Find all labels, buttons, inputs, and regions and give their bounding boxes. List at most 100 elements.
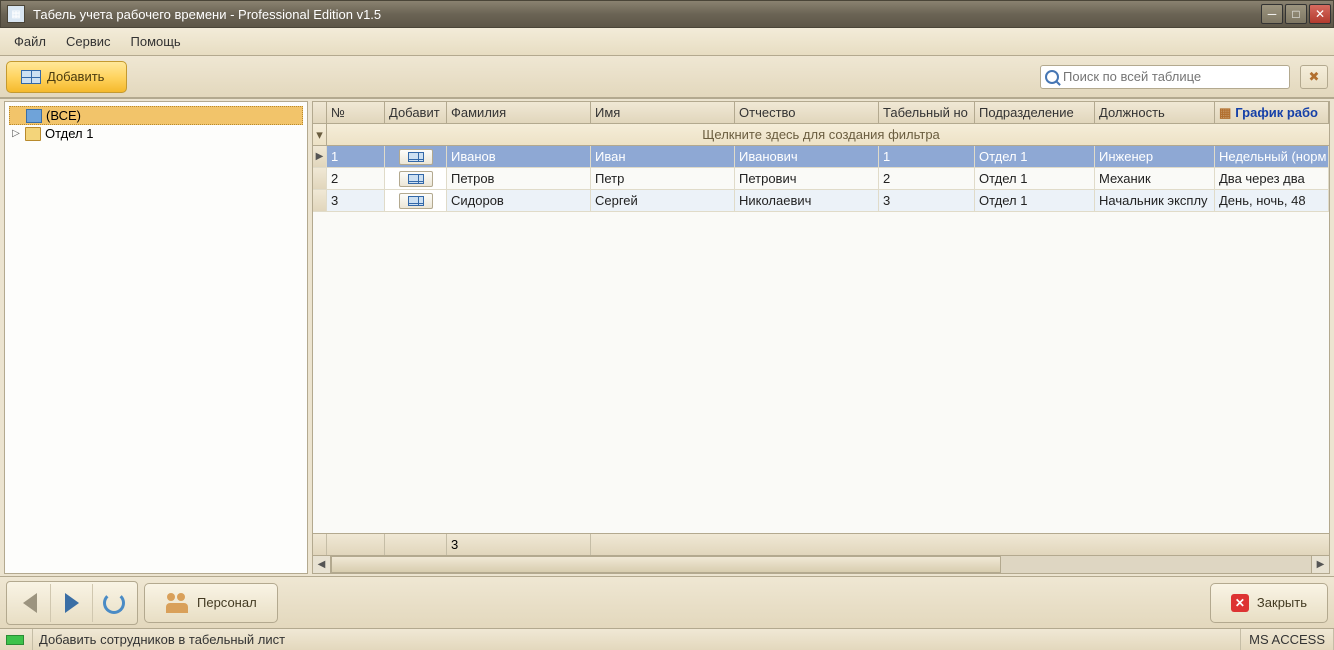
scroll-right-button[interactable]: ▶ (1311, 556, 1329, 573)
personnel-button[interactable]: Персонал (144, 583, 278, 623)
col-name[interactable]: Имя (591, 102, 735, 123)
col-num[interactable]: № (327, 102, 385, 123)
col-dept[interactable]: Подразделение (975, 102, 1095, 123)
scroll-left-button[interactable]: ◀ (313, 556, 331, 573)
col-position[interactable]: Должность (1095, 102, 1215, 123)
people-icon (165, 593, 189, 613)
cell-patronymic: Петрович (735, 168, 879, 189)
grid-body: ▶ 1 Иванов Иван Иванович 1 Отдел 1 Инжен… (313, 146, 1329, 533)
cell-tabnum: 3 (879, 190, 975, 211)
row-add-button[interactable] (399, 171, 433, 187)
cell-schedule: День, ночь, 48 (1215, 190, 1329, 211)
grid-pane: № Добавит Фамилия Имя Отчество Табельный… (312, 101, 1330, 574)
col-schedule-label: График рабо (1235, 105, 1318, 120)
main-content: (ВСЕ) ▷ Отдел 1 № Добавит Фамилия Имя От… (0, 98, 1334, 576)
cell-dept: Отдел 1 (975, 190, 1095, 211)
cell-dept: Отдел 1 (975, 168, 1095, 189)
row-add-button[interactable] (399, 193, 433, 209)
close-button[interactable]: ✕ Закрыть (1210, 583, 1328, 623)
cell-position: Инженер (1095, 146, 1215, 167)
cell-schedule: Два через два (1215, 168, 1329, 189)
cell-surname: Сидоров (447, 190, 591, 211)
search-input[interactable] (1063, 69, 1285, 84)
close-icon: ✕ (1231, 594, 1249, 612)
cell-schedule: Недельный (норм (1215, 146, 1329, 167)
cell-patronymic: Николаевич (735, 190, 879, 211)
tree-item-dept1[interactable]: ▷ Отдел 1 (9, 125, 303, 142)
cell-surname: Иванов (447, 146, 591, 167)
row-indicator (313, 168, 327, 189)
refresh-icon (103, 592, 125, 614)
table-row[interactable]: 3 Сидоров Сергей Николаевич 3 Отдел 1 На… (313, 190, 1329, 212)
table-icon (408, 174, 424, 184)
filter-row[interactable]: ▾ Щелкните здесь для создания фильтра (313, 124, 1329, 146)
scroll-track[interactable] (331, 556, 1311, 573)
close-label: Закрыть (1257, 595, 1307, 610)
menu-service[interactable]: Сервис (58, 30, 119, 53)
org-icon (26, 109, 42, 123)
col-surname[interactable]: Фамилия (447, 102, 591, 123)
cell-patronymic: Иванович (735, 146, 879, 167)
footer-count: 3 (447, 534, 591, 555)
cell-name: Сергей (591, 190, 735, 211)
add-button-label: Добавить (47, 69, 104, 84)
col-tabnum[interactable]: Табельный но (879, 102, 975, 123)
statusbar: Добавить сотрудников в табельный лист MS… (0, 628, 1334, 650)
status-led-segment (0, 629, 33, 650)
refresh-button[interactable] (93, 584, 135, 622)
cell-tabnum: 1 (879, 146, 975, 167)
scroll-thumb[interactable] (331, 556, 1001, 573)
toolbar: Добавить ✖ (0, 56, 1334, 98)
tree-item-all[interactable]: (ВСЕ) (9, 106, 303, 125)
row-add-button[interactable] (399, 149, 433, 165)
menu-file[interactable]: Файл (6, 30, 54, 53)
search-icon (1045, 70, 1059, 84)
table-row[interactable]: ▶ 1 Иванов Иван Иванович 1 Отдел 1 Инжен… (313, 146, 1329, 168)
window-title: Табель учета рабочего времени - Professi… (33, 7, 1261, 22)
col-schedule[interactable]: ▦ График рабо (1215, 102, 1329, 123)
cell-surname: Петров (447, 168, 591, 189)
table-icon (408, 196, 424, 206)
h-scrollbar[interactable]: ◀ ▶ (313, 555, 1329, 573)
menubar: Файл Сервис Помощь (0, 28, 1334, 56)
table-add-icon (21, 70, 41, 84)
tree-expander-dept1[interactable]: ▷ (11, 128, 21, 139)
cell-position: Начальник эксплу (1095, 190, 1215, 211)
app-icon: ▦ (7, 5, 25, 23)
minimize-button[interactable]: ─ (1261, 4, 1283, 24)
cell-add (385, 168, 447, 189)
schedule-icon: ▦ (1219, 105, 1231, 121)
add-button[interactable]: Добавить (6, 61, 127, 93)
window-close-button[interactable]: ✕ (1309, 4, 1331, 24)
nav-prev-button[interactable] (9, 584, 51, 622)
col-indicator[interactable] (313, 102, 327, 123)
filter-hint: Щелкните здесь для создания фильтра (702, 127, 940, 142)
cell-num: 2 (327, 168, 385, 189)
cell-num: 3 (327, 190, 385, 211)
table-row[interactable]: 2 Петров Петр Петрович 2 Отдел 1 Механик… (313, 168, 1329, 190)
cell-num: 1 (327, 146, 385, 167)
row-indicator: ▶ (313, 146, 327, 167)
tree-pane: (ВСЕ) ▷ Отдел 1 (4, 101, 308, 574)
nav-next-button[interactable] (51, 584, 93, 622)
cell-tabnum: 2 (879, 168, 975, 189)
col-patronymic[interactable]: Отчество (735, 102, 879, 123)
cell-name: Иван (591, 146, 735, 167)
personnel-label: Персонал (197, 595, 257, 610)
arrow-right-icon (65, 593, 79, 613)
search-box[interactable] (1040, 65, 1290, 89)
arrow-left-icon (23, 593, 37, 613)
cell-add (385, 146, 447, 167)
status-db: MS ACCESS (1240, 629, 1334, 650)
col-add[interactable]: Добавит (385, 102, 447, 123)
titlebar: ▦ Табель учета рабочего времени - Profes… (0, 0, 1334, 28)
folder-icon (25, 127, 41, 141)
cell-position: Механик (1095, 168, 1215, 189)
grid-footer: 3 (313, 533, 1329, 555)
menu-help[interactable]: Помощь (123, 30, 189, 53)
nav-group (6, 581, 138, 625)
grid-header: № Добавит Фамилия Имя Отчество Табельный… (313, 102, 1329, 124)
bottom-bar: Персонал ✕ Закрыть (0, 576, 1334, 628)
maximize-button[interactable]: □ (1285, 4, 1307, 24)
clear-filter-button[interactable]: ✖ (1300, 65, 1328, 89)
